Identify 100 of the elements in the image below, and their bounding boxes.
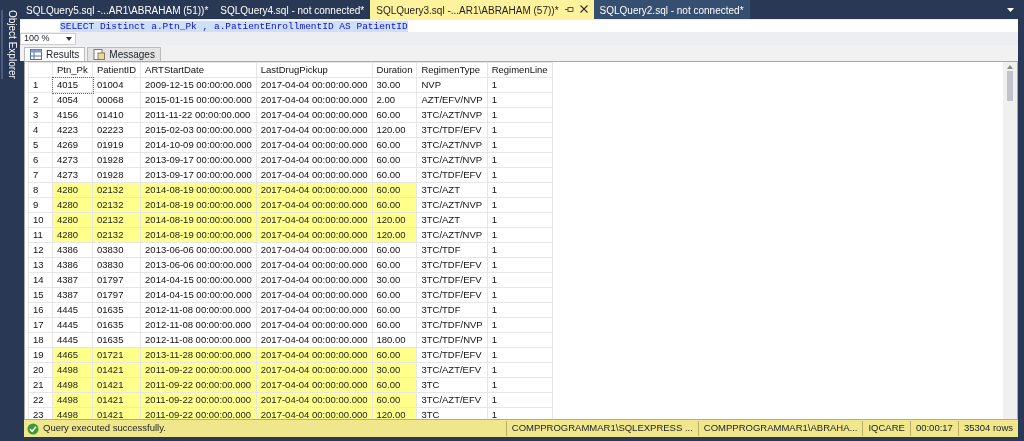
user-name: COMPPROGRAMMAR1\ABRAHA... [697,421,863,436]
table-cell: 4386 [52,257,93,273]
row-number[interactable]: 4 [28,122,53,138]
column-header[interactable]: PatientID [92,62,141,78]
row-number[interactable]: 17 [28,317,53,333]
document-tab[interactable]: SQLQuery2.sql - not connected* [593,0,750,19]
table-cell: 2009-12-15 00:00:00.000 [140,77,257,93]
row-number[interactable]: 14 [28,272,53,288]
row-number[interactable]: 5 [28,137,53,153]
zoom-dropdown[interactable]: 100 % [20,32,76,45]
column-header[interactable]: LastDrugPickup [256,62,372,78]
row-number[interactable]: 15 [28,287,53,303]
table-cell: 3TC/TDF [416,242,488,258]
table-cell: 2012-11-08 00:00:00.000 [140,317,257,333]
table-cell: 3TC [416,377,488,393]
row-number[interactable]: 19 [28,347,53,363]
scroll-up-icon[interactable] [1007,65,1013,69]
results-tab[interactable]: Messages [87,47,161,61]
row-number[interactable]: 10 [28,212,53,228]
table-cell: 2017-04-04 00:00:00.000 [256,167,372,183]
row-number[interactable]: 11 [28,227,53,243]
row-number[interactable]: 21 [28,377,53,393]
table-cell: 2013-09-17 00:00:00.000 [140,167,257,183]
row-number[interactable]: 2 [28,92,53,108]
table-cell: 30.00 [372,272,417,288]
column-header[interactable]: Duration [372,62,417,78]
row-number[interactable]: 20 [28,362,53,378]
results-tab[interactable]: Results [24,47,86,61]
table-cell: 1 [487,272,553,288]
table-cell: 3TC/TDF [416,302,488,318]
caret-icon [66,36,72,41]
table-cell: 1 [487,182,553,198]
close-icon[interactable] [579,5,588,13]
table-cell: 1 [487,167,553,183]
row-number[interactable]: 18 [28,332,53,348]
table-cell: 2015-01-15 00:00:00.000 [140,92,257,108]
table-cell: 00068 [92,92,141,108]
table-cell: 2011-11-22 00:00:00.000 [140,107,257,123]
table-cell: 4015 [52,77,93,93]
table-cell: 1 [487,77,553,93]
row-number[interactable]: 12 [28,242,53,258]
row-number[interactable]: 1 [28,77,53,93]
row-number[interactable]: 22 [28,392,53,408]
table-cell: 2017-04-04 00:00:00.000 [256,122,372,138]
table-cell: 1 [487,197,553,213]
table-cell: 2017-04-04 00:00:00.000 [256,152,372,168]
table-cell: 4156 [52,107,93,123]
table-cell: 03830 [92,257,141,273]
row-number[interactable]: 9 [28,197,53,213]
row-number[interactable]: 7 [28,167,53,183]
table-cell: 2.00 [372,92,417,108]
table-cell: 30.00 [372,77,417,93]
table-cell: 2012-11-08 00:00:00.000 [140,302,257,318]
pin-icon[interactable] [564,6,574,13]
column-header[interactable]: Ptn_Pk [52,62,93,78]
table-cell: 3TC/TDF/EFV [416,347,488,363]
table-cell: 01410 [92,107,141,123]
table-cell: 1 [487,362,553,378]
scrollbar-thumb[interactable] [1007,71,1013,101]
table-cell: 60.00 [372,317,417,333]
row-number[interactable]: 16 [28,302,53,318]
table-cell: 4269 [52,137,93,153]
table-cell: 4445 [52,332,93,348]
table-cell: 2013-06-06 00:00:00.000 [140,242,257,258]
status-message: Query executed successfully. [43,421,166,436]
table-cell: 3TC/TDF/NVP [416,317,488,333]
table-cell: 3TC/TDF/EFV [416,287,488,303]
row-number[interactable]: 8 [28,182,53,198]
table-cell: 3TC/TDF/EFV [416,272,488,288]
table-cell: 3TC/AZT/NVP [416,152,488,168]
table-cell: 3TC/TDF/EFV [416,167,488,183]
database-name: IQCARE [862,421,910,436]
row-number[interactable]: 3 [28,107,53,123]
row-number[interactable]: 13 [28,257,53,273]
document-tab[interactable]: SQLQuery3.sql -...AR1\ABRAHAM (57))* [370,0,594,19]
table-cell: 3TC/AZT/NVP [416,197,488,213]
row-number[interactable]: 6 [28,152,53,168]
table-cell: 3TC/AZT/EFV [416,362,488,378]
column-header[interactable]: RegimenType [416,62,488,78]
table-cell: 1 [487,347,553,363]
table-cell: 01928 [92,167,141,183]
table-cell: 2013-09-17 00:00:00.000 [140,152,257,168]
table-cell: 60.00 [372,167,417,183]
table-cell: 2012-11-08 00:00:00.000 [140,332,257,348]
dropdown-caret-icon[interactable] [1007,8,1014,12]
column-header[interactable]: ARTStartDate [140,62,257,78]
table-cell: 120.00 [372,122,417,138]
table-cell: 01797 [92,272,141,288]
table-cell: 60.00 [372,287,417,303]
table-cell: 1 [487,242,553,258]
table-cell: 1 [487,227,553,243]
column-header[interactable]: RegimenLine [487,62,553,78]
table-cell: 60.00 [372,137,417,153]
table-cell: 60.00 [372,242,417,258]
vertical-scrollbar[interactable] [1003,62,1017,419]
table-cell: 60.00 [372,152,417,168]
table-cell: 2017-04-04 00:00:00.000 [256,92,372,108]
table-cell: 2017-04-04 00:00:00.000 [256,332,372,348]
table-cell: 03830 [92,242,141,258]
table-cell: 3TC/AZT/NVP [416,107,488,123]
